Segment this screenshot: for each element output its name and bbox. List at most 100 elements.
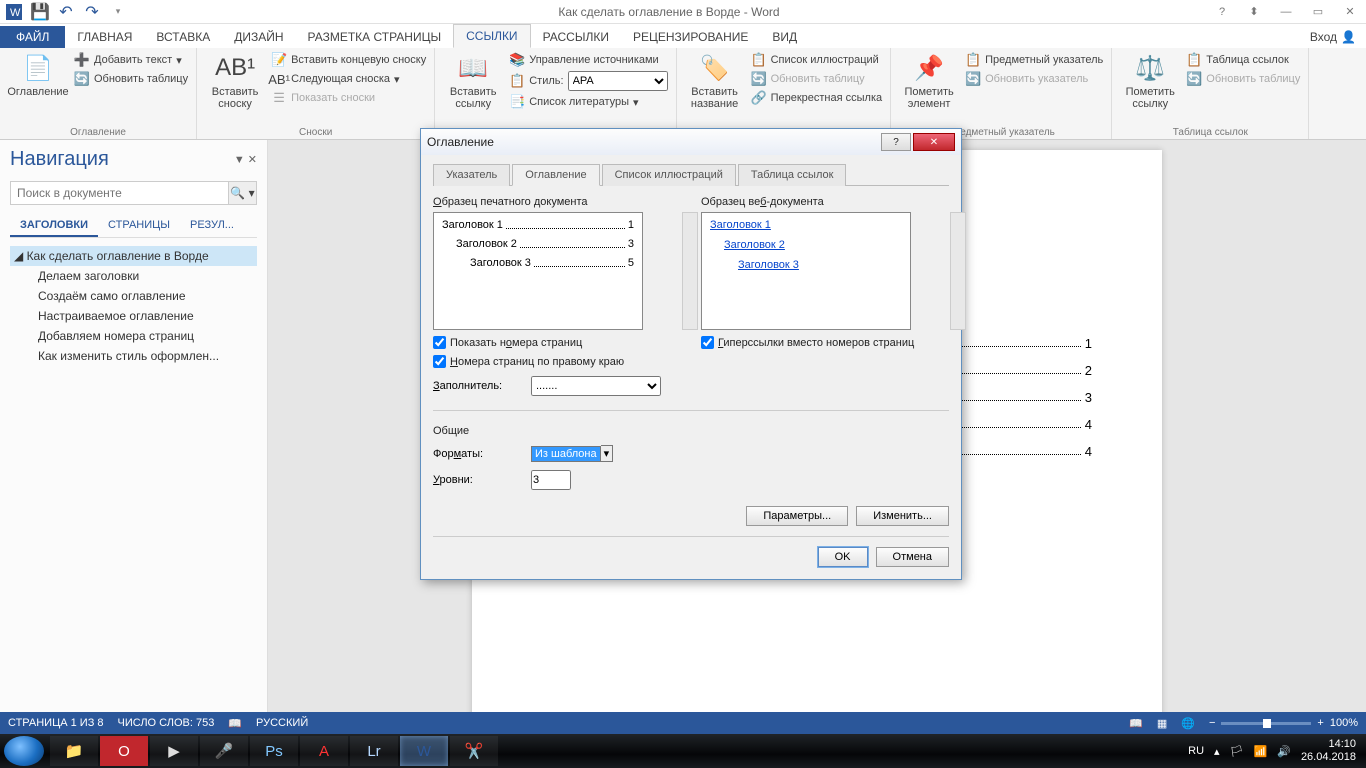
- preview-scrollbar[interactable]: [950, 212, 966, 330]
- nav-heading-item[interactable]: Добавляем номера страниц: [34, 326, 257, 346]
- nav-tab-headings[interactable]: ЗАГОЛОВКИ: [10, 215, 98, 237]
- view-read-icon[interactable]: 📖: [1129, 717, 1143, 730]
- auth-table-icon: 📋: [1186, 52, 1202, 68]
- help-icon[interactable]: ?: [1210, 3, 1234, 21]
- toc-button[interactable]: 📄 Оглавление: [8, 52, 68, 98]
- nav-heading-item[interactable]: Делаем заголовки: [34, 266, 257, 286]
- taskbar-app[interactable]: 🎤: [200, 736, 248, 766]
- tray-network-icon[interactable]: 📶: [1254, 745, 1268, 758]
- tab-home[interactable]: ГЛАВНАЯ: [65, 26, 144, 48]
- update-authorities-button[interactable]: 🔄Обновить таблицу: [1186, 71, 1300, 87]
- status-page[interactable]: СТРАНИЦА 1 ИЗ 8: [8, 717, 104, 729]
- undo-icon[interactable]: ↶: [56, 2, 76, 22]
- nav-heading-root[interactable]: ◢ Как сделать оглавление в Ворде: [10, 246, 257, 266]
- formats-select[interactable]: Из шаблона: [531, 446, 601, 462]
- status-words[interactable]: ЧИСЛО СЛОВ: 753: [118, 717, 215, 729]
- nav-heading-item[interactable]: Настраиваемое оглавление: [34, 306, 257, 326]
- redo-icon[interactable]: ↷: [82, 2, 102, 22]
- taskbar-word[interactable]: W: [400, 736, 448, 766]
- view-web-icon[interactable]: 🌐: [1181, 717, 1195, 730]
- tab-layout[interactable]: РАЗМЕТКА СТРАНИЦЫ: [296, 26, 454, 48]
- taskbar-opera[interactable]: O: [100, 736, 148, 766]
- nav-tab-pages[interactable]: СТРАНИЦЫ: [98, 215, 180, 237]
- tab-design[interactable]: ДИЗАЙН: [222, 26, 295, 48]
- formats-dropdown-icon[interactable]: ▾: [601, 445, 614, 462]
- insert-index-button[interactable]: 📋Предметный указатель: [965, 52, 1103, 68]
- start-button[interactable]: [4, 736, 44, 766]
- right-align-checkbox[interactable]: [433, 355, 446, 368]
- nav-pane-controls[interactable]: ▼ ✕: [234, 153, 257, 166]
- authorities-table-button[interactable]: 📋Таблица ссылок: [1186, 52, 1300, 68]
- next-footnote-button[interactable]: AB¹Следующая сноска ▾: [271, 71, 426, 87]
- dialog-titlebar[interactable]: Оглавление ? ✕: [421, 129, 961, 155]
- update-index-button[interactable]: 🔄Обновить указатель: [965, 71, 1103, 87]
- dlg-tab-authorities[interactable]: Таблица ссылок: [738, 164, 847, 186]
- taskbar-explorer[interactable]: 📁: [50, 736, 98, 766]
- close-icon[interactable]: ✕: [1338, 3, 1362, 21]
- add-text-button[interactable]: ➕Добавить текст ▾: [74, 52, 188, 68]
- tab-view[interactable]: ВИД: [760, 26, 809, 48]
- search-button[interactable]: 🔍 ▾: [228, 182, 256, 204]
- dlg-tab-toc[interactable]: Оглавление: [512, 164, 599, 186]
- taskbar-snipping[interactable]: ✂️: [450, 736, 498, 766]
- parameters-button[interactable]: Параметры...: [746, 506, 848, 526]
- show-page-numbers-checkbox[interactable]: [433, 336, 446, 349]
- manage-sources-button[interactable]: 📚Управление источниками: [509, 52, 667, 68]
- minimize-icon[interactable]: —: [1274, 3, 1298, 21]
- taskbar-lightroom[interactable]: Lr: [350, 736, 398, 766]
- show-footnotes-button[interactable]: ☰Показать сноски: [271, 90, 426, 106]
- tab-file[interactable]: ФАЙЛ: [0, 26, 65, 48]
- qat-customize-icon[interactable]: ▾: [108, 2, 128, 22]
- tray-show-hidden-icon[interactable]: ▴: [1214, 745, 1220, 758]
- status-language[interactable]: РУССКИЙ: [256, 717, 308, 729]
- bibliography-button[interactable]: 📑Список литературы ▾: [509, 94, 667, 110]
- tray-action-center-icon[interactable]: 🏳: [1230, 745, 1244, 758]
- search-input[interactable]: [11, 182, 228, 204]
- tab-mailings[interactable]: РАССЫЛКИ: [531, 26, 621, 48]
- zoom-in-icon[interactable]: +: [1317, 717, 1323, 729]
- cancel-button[interactable]: Отмена: [876, 547, 949, 567]
- tray-lang[interactable]: RU: [1188, 745, 1204, 757]
- tab-review[interactable]: РЕЦЕНЗИРОВАНИЕ: [621, 26, 760, 48]
- tray-volume-icon[interactable]: 🔊: [1277, 745, 1291, 758]
- nav-tab-results[interactable]: РЕЗУЛ...: [180, 215, 244, 237]
- signin-link[interactable]: Вход 👤: [1300, 26, 1366, 48]
- tray-clock[interactable]: 14:10 26.04.2018: [1301, 738, 1356, 763]
- tab-references[interactable]: ССЫЛКИ: [453, 24, 530, 48]
- update-captions-button[interactable]: 🔄Обновить таблицу: [751, 71, 883, 87]
- taskbar-media[interactable]: ▶: [150, 736, 198, 766]
- insert-citation-button[interactable]: 📖 Вставить ссылку: [443, 52, 503, 110]
- maximize-icon[interactable]: ▭: [1306, 3, 1330, 21]
- update-toc-button[interactable]: 🔄Обновить таблицу: [74, 71, 188, 87]
- ribbon-toggle-icon[interactable]: ⬍: [1242, 3, 1266, 21]
- insert-footnote-button[interactable]: AB¹ Вставить сноску: [205, 52, 265, 110]
- proofing-icon[interactable]: 📖: [228, 717, 242, 730]
- dlg-tab-figures[interactable]: Список иллюстраций: [602, 164, 736, 186]
- mark-entry-button[interactable]: 📌 Пометить элемент: [899, 52, 959, 110]
- filler-select[interactable]: .......: [531, 376, 661, 396]
- insert-caption-button[interactable]: 🏷️ Вставить название: [685, 52, 745, 110]
- save-icon[interactable]: 💾: [30, 2, 50, 22]
- dialog-close-button[interactable]: ✕: [913, 133, 955, 151]
- view-print-icon[interactable]: ▦: [1157, 717, 1167, 730]
- zoom-out-icon[interactable]: −: [1209, 717, 1215, 729]
- nav-heading-item[interactable]: Создаём само оглавление: [34, 286, 257, 306]
- insert-endnote-button[interactable]: 📝Вставить концевую сноску: [271, 52, 426, 68]
- zoom-slider[interactable]: [1221, 722, 1311, 725]
- taskbar-acrobat[interactable]: A: [300, 736, 348, 766]
- nav-heading-item[interactable]: Как изменить стиль оформлен...: [34, 346, 257, 366]
- dialog-help-button[interactable]: ?: [881, 133, 911, 151]
- tab-insert[interactable]: ВСТАВКА: [144, 26, 222, 48]
- cross-reference-button[interactable]: 🔗Перекрестная ссылка: [751, 90, 883, 106]
- figures-list-button[interactable]: 📋Список иллюстраций: [751, 52, 883, 68]
- preview-scrollbar[interactable]: [682, 212, 698, 330]
- mark-citation-button[interactable]: ⚖️ Пометить ссылку: [1120, 52, 1180, 110]
- levels-spinner[interactable]: [531, 470, 571, 490]
- citation-style-select[interactable]: APA: [568, 71, 668, 91]
- modify-button[interactable]: Изменить...: [856, 506, 949, 526]
- taskbar-photoshop[interactable]: Ps: [250, 736, 298, 766]
- ok-button[interactable]: OK: [818, 547, 868, 567]
- hyperlinks-checkbox[interactable]: [701, 336, 714, 349]
- zoom-value[interactable]: 100%: [1330, 717, 1358, 729]
- dlg-tab-index[interactable]: Указатель: [433, 164, 510, 186]
